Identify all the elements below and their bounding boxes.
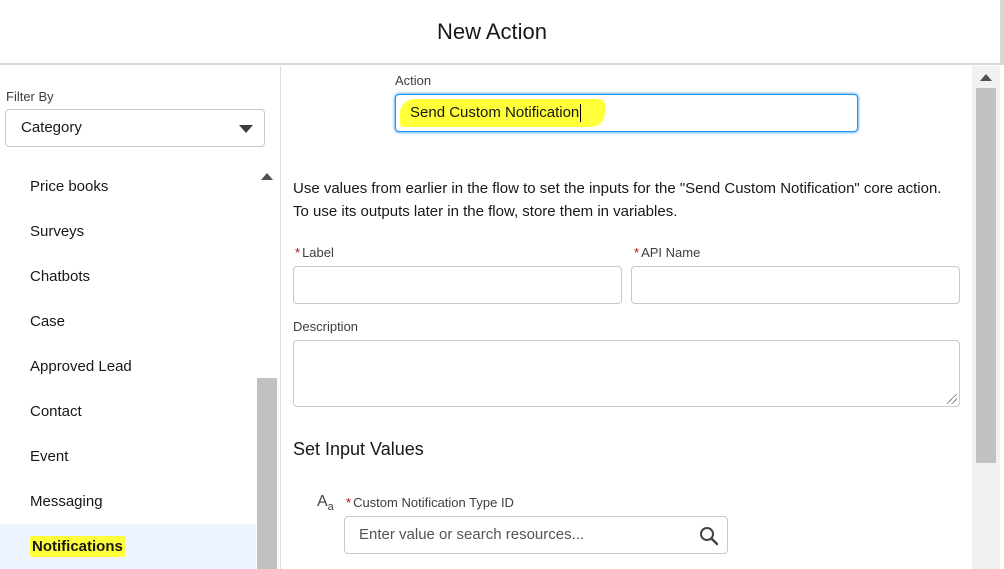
scrollbar-thumb[interactable] — [976, 88, 996, 463]
category-item-approved-lead[interactable]: Approved Lead — [0, 344, 256, 389]
filter-by-label: Filter By — [6, 89, 54, 104]
scroll-up-arrow-icon[interactable] — [980, 74, 992, 81]
category-item-chatbots[interactable]: Chatbots — [0, 254, 256, 299]
action-field-label: Action — [395, 73, 432, 88]
category-item-notifications[interactable]: Notifications — [0, 524, 256, 569]
category-item-case[interactable]: Case — [0, 299, 256, 344]
category-item-surveys[interactable]: Surveys — [0, 209, 256, 254]
api-name-field-label-text: API Name — [641, 245, 701, 260]
category-item-label: Case — [30, 313, 66, 330]
set-input-values-heading: Set Input Values — [293, 439, 424, 459]
modal-title: New Action — [436, 18, 548, 44]
filter-by-select[interactable]: Category — [5, 109, 265, 147]
category-item-event[interactable]: Event — [0, 434, 256, 479]
category-list-scrollbar[interactable] — [256, 164, 278, 569]
category-item-label: Messaging — [30, 493, 103, 510]
category-item-label: Event — [30, 448, 69, 465]
text-type-icon: Aa — [317, 493, 334, 513]
action-input-value: Send Custom Notification — [410, 104, 580, 121]
category-item-messaging[interactable]: Messaging — [0, 479, 256, 524]
filter-by-value: Category — [21, 119, 82, 136]
category-item-label: Approved Lead — [30, 358, 132, 375]
action-search-input[interactable]: Send Custom Notification — [395, 94, 858, 132]
description-field-label: Description — [293, 319, 359, 334]
api-name-input[interactable] — [631, 266, 960, 304]
notification-type-label-text: Custom Notification Type ID — [353, 495, 514, 510]
category-list: Price books Surveys Chatbots Case Approv… — [0, 164, 256, 569]
label-field-label-text: Label — [302, 245, 334, 260]
chevron-down-icon — [239, 125, 253, 133]
category-item-label: Notifications — [30, 536, 125, 557]
action-config-panel: Action Send Custom Notification Use valu… — [282, 66, 1004, 569]
action-input-value-highlight: Send Custom Notification — [400, 99, 606, 127]
header-edge — [1000, 0, 1004, 65]
required-marker: * — [634, 245, 640, 260]
scroll-up-arrow-icon[interactable] — [261, 173, 273, 180]
category-panel: Filter By Category Price books Surveys C… — [0, 66, 281, 569]
scrollbar-thumb[interactable] — [257, 378, 277, 569]
action-help-text: Use values from earlier in the flow to s… — [293, 180, 942, 220]
notification-type-field-label: * Custom Notification Type ID — [346, 495, 514, 510]
resize-handle-icon[interactable] — [947, 394, 957, 404]
required-marker: * — [346, 495, 352, 510]
category-item-label: Price books — [30, 178, 109, 195]
category-item-label: Surveys — [30, 223, 85, 240]
category-item-label: Chatbots — [30, 268, 91, 285]
api-name-field-label: * API Name — [634, 245, 700, 260]
search-icon[interactable] — [699, 526, 719, 546]
text-type-icon-main: A — [317, 493, 328, 510]
label-field-label: * Label — [295, 245, 334, 260]
category-item-contact[interactable]: Contact — [0, 389, 256, 434]
label-input[interactable] — [293, 266, 622, 304]
notification-type-placeholder: Enter value or search resources... — [359, 526, 585, 543]
required-marker: * — [295, 245, 301, 260]
modal-header: New Action — [0, 0, 1004, 65]
category-item-price-books[interactable]: Price books — [0, 164, 256, 209]
category-item-label: Contact — [30, 403, 82, 420]
text-cursor — [580, 104, 582, 123]
main-scrollbar[interactable] — [972, 66, 1000, 569]
text-type-icon-sub: a — [327, 501, 334, 513]
description-textarea[interactable] — [293, 340, 960, 407]
notification-type-input[interactable]: Enter value or search resources... — [344, 516, 728, 554]
